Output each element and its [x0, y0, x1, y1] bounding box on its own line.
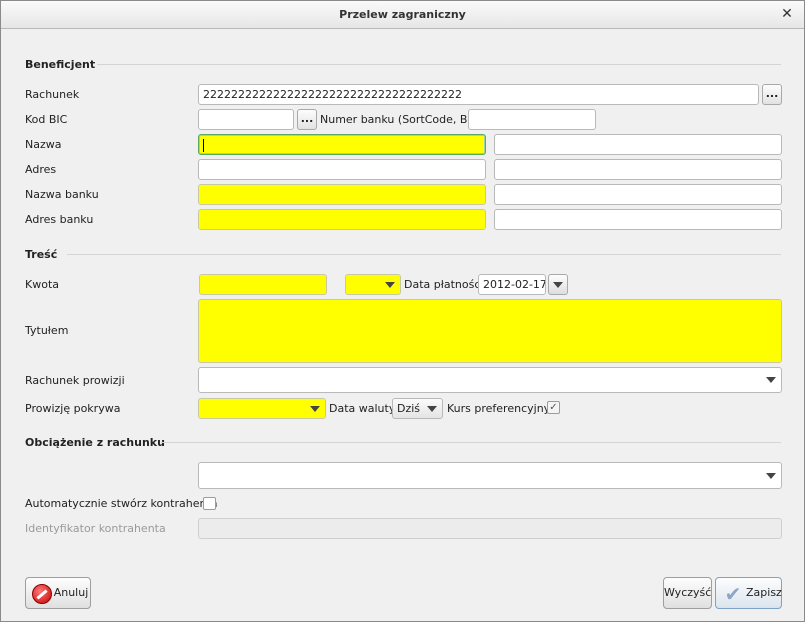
adres-label: Adres	[25, 163, 57, 176]
chevron-down-icon	[427, 406, 437, 412]
kurs-preferencyjny-label: Kurs preferencyjny	[447, 402, 551, 415]
title-bar: Przelew zagraniczny ✕	[1, 1, 804, 29]
chevron-down-icon	[766, 473, 776, 479]
auto-kontrahent-checkbox[interactable]	[203, 497, 216, 510]
anuluj-button[interactable]: Anuluj	[25, 577, 91, 609]
auto-kontrahent-label: Automatycznie stwórz kontrahenta	[25, 497, 218, 510]
check-icon: ✔	[724, 582, 742, 606]
numer-banku-label: Numer banku (SortCode, BLZ)	[320, 113, 486, 126]
chevron-down-icon	[553, 282, 563, 288]
chevron-down-icon	[385, 282, 395, 288]
adres-input[interactable]	[198, 159, 486, 180]
prowizje-pokrywa-label: Prowizję pokrywa	[25, 402, 121, 415]
kwota-input[interactable]	[199, 274, 327, 295]
kurs-preferencyjny-checkbox[interactable]: ✓	[547, 401, 560, 414]
adres-input-line2[interactable]	[494, 159, 782, 180]
close-icon[interactable]: ✕	[778, 5, 796, 23]
date-picker-button[interactable]	[548, 274, 568, 295]
text-caret	[203, 138, 204, 152]
rachunek-browse-button[interactable]: ...	[762, 84, 782, 105]
dialog-window: Przelew zagraniczny ✕ Beneficjent Rachun…	[0, 0, 805, 622]
kwota-label: Kwota	[25, 278, 59, 291]
section-divider	[97, 64, 781, 65]
currency-select[interactable]	[345, 274, 401, 295]
data-platnosci-label: Data płatności	[404, 278, 484, 291]
wyczysc-button[interactable]: Wyczyść	[663, 577, 712, 609]
identyfikator-label: Identyfikator kontrahenta	[25, 522, 166, 535]
adres-banku-label: Adres banku	[25, 213, 94, 226]
nazwa-input[interactable]	[198, 134, 486, 155]
data-waluty-select[interactable]: Dziś	[392, 398, 443, 419]
tytulem-textarea[interactable]	[198, 299, 782, 363]
identyfikator-input	[198, 518, 782, 539]
data-waluty-value: Dziś	[397, 402, 421, 415]
chevron-down-icon	[310, 406, 320, 412]
section-divider	[67, 254, 781, 255]
section-tresc-title: Treść	[25, 248, 58, 261]
numer-banku-input[interactable]	[468, 109, 596, 130]
rachunek-input[interactable]: 2222222222222222222222222222222222222	[198, 84, 759, 105]
kod-bic-label: Kod BIC	[25, 113, 68, 126]
nazwa-input-line2[interactable]	[494, 134, 782, 155]
data-platnosci-input[interactable]: 2012-02-17	[478, 274, 546, 295]
section-obciazenie-title: Obciążenie z rachunku	[25, 436, 165, 449]
zapisz-button[interactable]: ✔ Zapisz	[715, 577, 782, 609]
nazwa-banku-input[interactable]	[198, 184, 486, 205]
cancel-icon	[32, 584, 52, 604]
window-title: Przelew zagraniczny	[339, 8, 466, 21]
nazwa-label: Nazwa	[25, 138, 62, 151]
chevron-down-icon	[766, 377, 776, 383]
rachunek-prowizji-select[interactable]	[198, 367, 782, 393]
obciazenie-rachunek-select[interactable]	[198, 462, 782, 489]
prowizje-pokrywa-select[interactable]	[198, 398, 326, 419]
kod-bic-browse-button[interactable]: ...	[297, 109, 317, 130]
adres-banku-input[interactable]	[198, 209, 486, 230]
nazwa-banku-label: Nazwa banku	[25, 188, 99, 201]
section-divider	[161, 442, 781, 443]
nazwa-banku-input-line2[interactable]	[494, 184, 782, 205]
rachunek-prowizji-label: Rachunek prowizji	[25, 374, 125, 387]
kod-bic-input[interactable]	[198, 109, 294, 130]
data-waluty-label: Data waluty	[329, 402, 396, 415]
tytulem-label: Tytułem	[25, 324, 69, 337]
rachunek-label: Rachunek	[25, 88, 80, 101]
section-beneficjent-title: Beneficjent	[25, 58, 96, 71]
adres-banku-input-line2[interactable]	[494, 209, 782, 230]
